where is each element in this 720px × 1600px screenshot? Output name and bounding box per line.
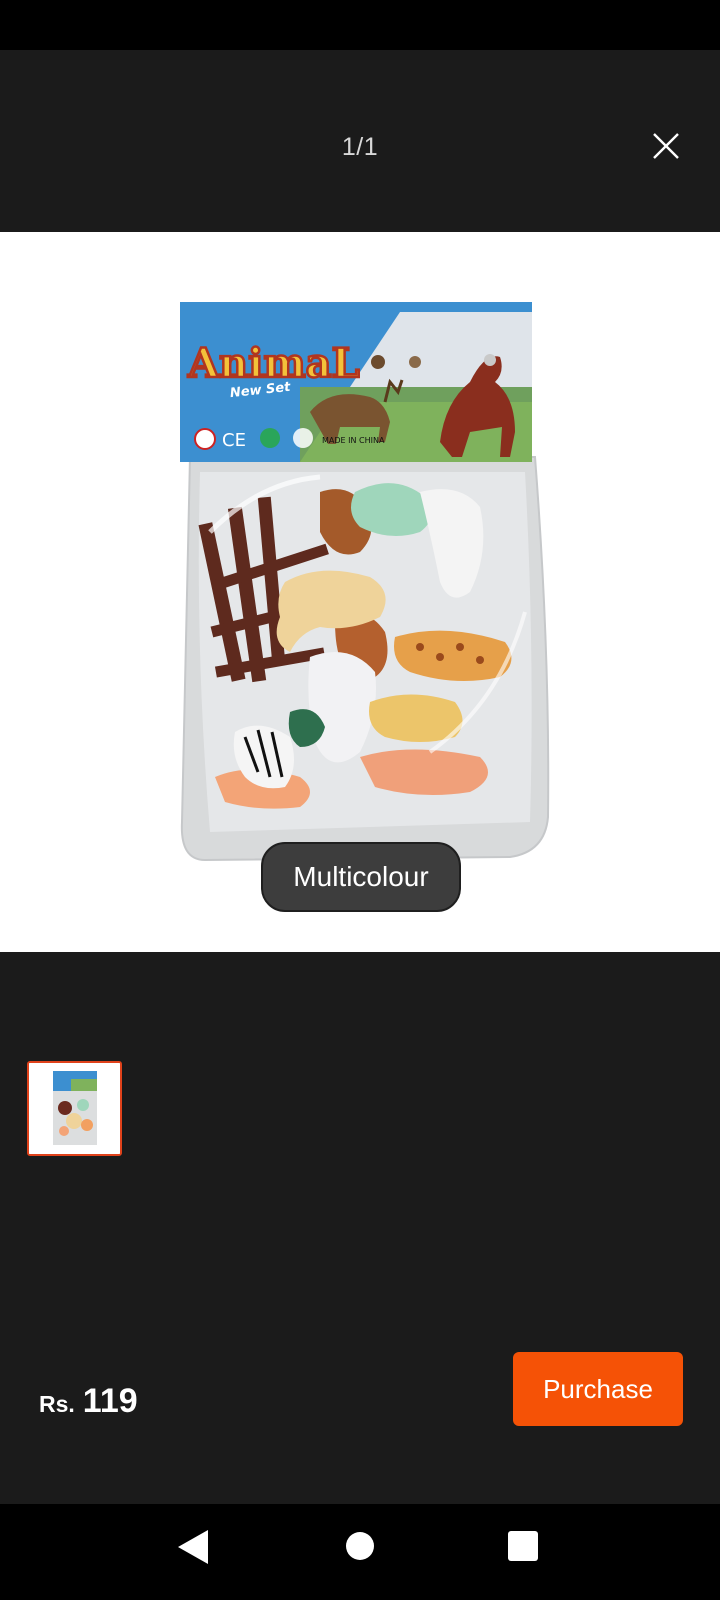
image-counter: 1/1 — [341, 133, 379, 161]
variant-chip[interactable]: Multicolour — [261, 842, 461, 912]
close-icon — [653, 133, 679, 159]
system-nav-bar — [0, 1504, 720, 1600]
close-button[interactable] — [648, 128, 684, 164]
back-button[interactable] — [176, 1528, 212, 1566]
status-bar — [0, 0, 720, 50]
svg-text:CE: CE — [222, 430, 246, 451]
price-currency: Rs. — [39, 1391, 75, 1417]
thumbnail-1[interactable] — [27, 1061, 122, 1156]
recents-button[interactable] — [507, 1530, 539, 1562]
svg-text:AnimaL: AnimaL — [187, 340, 360, 387]
thumbnail-image — [29, 1063, 120, 1154]
home-button[interactable] — [344, 1530, 376, 1562]
price-amount: 119 — [82, 1382, 138, 1420]
back-triangle-icon — [178, 1530, 208, 1564]
price: Rs. 119 — [39, 1382, 138, 1421]
recents-square-icon — [508, 1531, 538, 1561]
home-circle-icon — [346, 1532, 374, 1560]
svg-text:MADE IN CHINA: MADE IN CHINA — [322, 436, 385, 445]
purchase-button[interactable]: Purchase — [513, 1352, 683, 1426]
